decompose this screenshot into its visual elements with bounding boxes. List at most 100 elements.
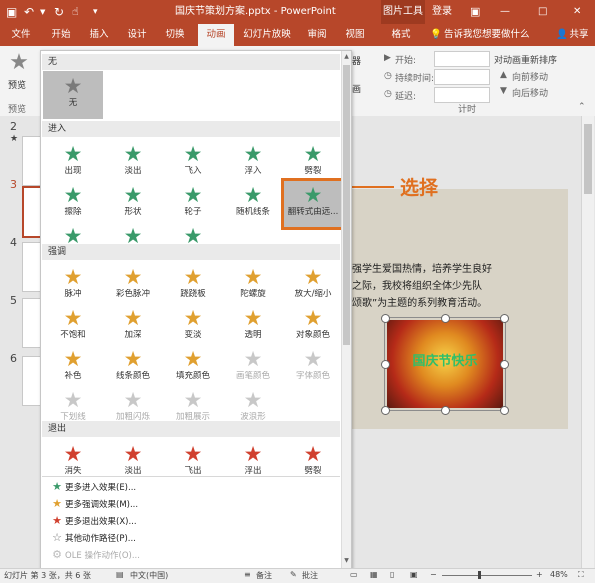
normal-view-icon[interactable]: ▭ (350, 570, 358, 579)
share-button[interactable]: 共享 (566, 24, 592, 46)
zoom-slider[interactable] (442, 575, 532, 576)
national-day-picture: 国庆节快乐 (387, 320, 503, 408)
redo-icon[interactable]: ↻ (54, 0, 64, 24)
slide-number-active: 3 (10, 178, 17, 191)
emphasis-star-icon: ★ (63, 388, 83, 412)
other-motion-paths[interactable]: ☆ 其他动作路径(P)... (49, 529, 329, 546)
preview-group-label: 预览 (8, 105, 27, 115)
animation-label: 翻转式由远... (287, 207, 339, 217)
zoom-level[interactable]: 48% (550, 570, 568, 579)
tab-format[interactable]: 格式 (382, 24, 420, 46)
resize-handle[interactable] (500, 360, 509, 369)
tab-home[interactable]: 开始 (44, 24, 78, 46)
duration-input[interactable] (434, 69, 490, 85)
notes-button[interactable]: 备注 (256, 570, 272, 581)
tab-review[interactable]: 审阅 (300, 24, 334, 46)
save-icon[interactable]: ▣ (6, 0, 17, 24)
resize-handle[interactable] (381, 406, 390, 415)
ole-gear-icon: ⚙ (52, 548, 62, 561)
preview-star-icon[interactable]: ★ (6, 50, 32, 76)
resize-handle[interactable] (441, 406, 450, 415)
undo-icon[interactable]: ↶ (24, 0, 34, 24)
animation-label: 加深 (124, 330, 142, 340)
tab-file[interactable]: 文件 (2, 24, 40, 46)
more-entrance-effects[interactable]: ★ 更多进入效果(E)... (49, 478, 329, 495)
collapse-ribbon-icon[interactable]: ⌃ (578, 102, 586, 112)
callout-label: 选择 (400, 177, 439, 199)
editor-scrollbar[interactable] (581, 116, 594, 568)
reading-view-icon[interactable]: ▯ (390, 570, 394, 579)
animation-label: 形状 (124, 207, 142, 217)
emphasis-star-icon: ★ (183, 265, 203, 289)
tell-me-box[interactable]: 告诉我您想要做什么 (444, 24, 554, 46)
delay-input[interactable] (434, 87, 490, 103)
slide-body-text[interactable]: 强学生爱国热情，培养学生良好 之际，我校将组织全体少先队 颂歌”为主题的系列教育… (352, 261, 566, 312)
comments-button[interactable]: 批注 (302, 570, 318, 581)
resize-handle[interactable] (441, 314, 450, 323)
animation-label: 无 (68, 98, 78, 108)
animation-label: 字体颜色 (295, 371, 330, 381)
scroll-down-icon[interactable]: ▼ (343, 557, 350, 565)
scroll-up-icon[interactable]: ▲ (343, 53, 350, 61)
more-exit-effects[interactable]: ★ 更多退出效果(X)... (49, 512, 329, 529)
preview-label[interactable]: 预览 (8, 78, 26, 91)
animation-gallery-dropdown: 无 ★ 无 进入 ★ 出现 ★ 淡出 ★ 飞入 ★ 浮入 ★ 劈裂 ★ 擦除 ★ 形状 ★ 轮子 ★ 随机线条 ★ 翻… (40, 50, 352, 570)
move-earlier-button[interactable]: 向前移动 (512, 70, 548, 83)
animation-label: 脉冲 (64, 289, 82, 299)
start-select[interactable] (434, 51, 490, 67)
painter-label[interactable]: 画 (352, 82, 361, 95)
slide-info: 幻灯片 第 3 张，共 6 张 (4, 571, 91, 580)
undo-dropdown-icon[interactable]: ▼ (40, 0, 45, 24)
gallery-scrollbar[interactable]: ▲ ▼ (341, 51, 351, 569)
slide-canvas[interactable]: 强学生爱国热情，培养学生良好 之际，我校将组织全体少先队 颂歌”为主题的系列教育… (350, 189, 568, 429)
customize-toolbar-icon[interactable]: ▾ (93, 0, 98, 24)
touch-mode-icon[interactable]: ☝ (72, 0, 79, 24)
tab-view[interactable]: 视图 (338, 24, 372, 46)
callout-line (350, 186, 394, 188)
zoom-in-icon[interactable]: + (536, 570, 543, 579)
animation-none[interactable]: ★ 无 (43, 71, 103, 119)
animation-emphasis[interactable]: ★ 字体颜色 (283, 344, 343, 392)
resize-handle[interactable] (500, 314, 509, 323)
slide-sorter-icon[interactable]: ▦ (370, 570, 378, 579)
animation-label: 飞入 (184, 166, 202, 176)
language-icon: ▤ (116, 570, 124, 579)
editor-scrollbar-thumb[interactable] (584, 124, 592, 194)
slide-number: 5 (10, 294, 17, 307)
exit-star-icon: ★ (63, 442, 83, 466)
zoom-out-icon[interactable]: − (430, 570, 437, 579)
resize-handle[interactable] (381, 314, 390, 323)
animation-label: 轮子 (184, 207, 202, 217)
animation-label: 跷跷板 (180, 289, 206, 299)
login-link[interactable]: 登录 (432, 0, 452, 24)
slide-number: 6 (10, 352, 17, 365)
ribbon-tabs: 文件 开始 插入 设计 切换 动画 幻灯片放映 审阅 视图 格式 💡 告诉我您想… (0, 24, 595, 46)
animation-label: 陀螺旋 (240, 289, 266, 299)
minimize-button[interactable]: — (500, 0, 510, 24)
move-earlier-icon: ▲ (500, 70, 507, 80)
ribbon-display-icon[interactable]: ▣ (470, 0, 480, 24)
slideshow-view-icon[interactable]: ▣ (410, 570, 418, 579)
animation-label: 变淡 (184, 330, 202, 340)
language-status[interactable]: 中文(中国) (130, 570, 168, 581)
tab-transitions[interactable]: 切换 (158, 24, 192, 46)
fit-slide-icon[interactable]: ⛶ (578, 570, 584, 580)
resize-handle[interactable] (500, 406, 509, 415)
resize-handle[interactable] (381, 360, 390, 369)
animation-entrance[interactable]: ★ 随机线条 (223, 180, 283, 228)
more-emphasis-effects[interactable]: ★ 更多强调效果(M)... (49, 495, 329, 512)
tab-slideshow[interactable]: 幻灯片放映 (238, 24, 296, 46)
tab-insert[interactable]: 插入 (82, 24, 116, 46)
animation-flip-selected[interactable]: ★ 翻转式由远... (281, 178, 345, 230)
close-button[interactable]: ✕ (573, 0, 581, 24)
selected-picture[interactable]: 国庆节快乐 (381, 314, 509, 415)
emphasis-star-icon: ★ (63, 306, 83, 330)
trigger-label[interactable]: 器 (352, 54, 361, 67)
maximize-button[interactable]: □ (538, 0, 547, 24)
zoom-slider-thumb[interactable] (478, 571, 481, 579)
move-later-button[interactable]: 向后移动 (512, 86, 548, 99)
gallery-scrollbar-thumb[interactable] (343, 65, 350, 345)
section-header-exit: 退出 (42, 421, 340, 437)
tab-animations[interactable]: 动画 (198, 24, 234, 46)
tab-design[interactable]: 设计 (120, 24, 154, 46)
